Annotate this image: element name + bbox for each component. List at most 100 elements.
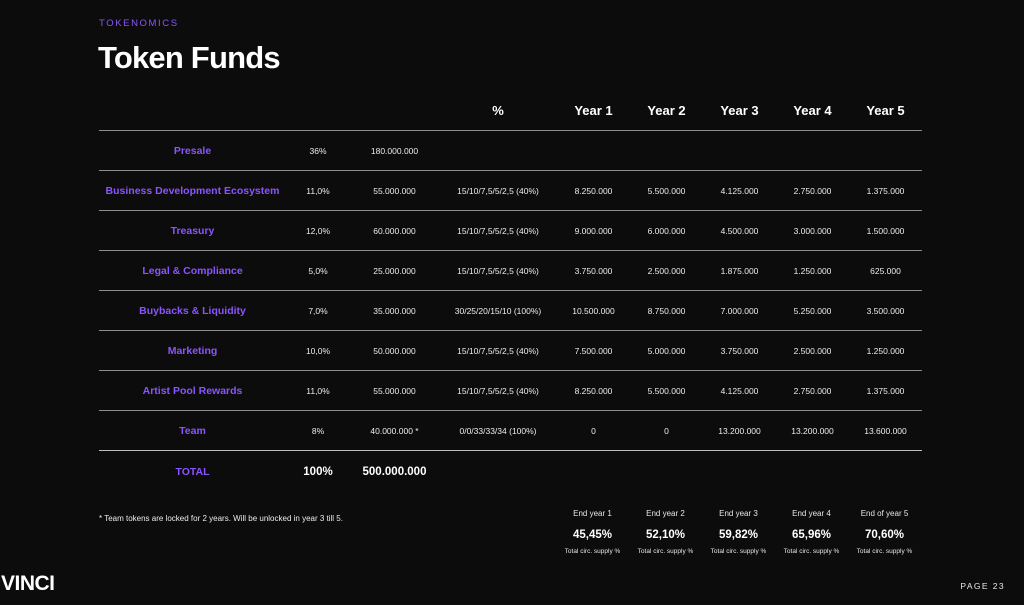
column-header-percent: %: [439, 90, 557, 131]
row-year-5: 625.000: [849, 250, 922, 291]
table-row: Buybacks & Liquidity 7,0% 35.000.000 30/25/…: [99, 290, 922, 331]
row-percent: 11,0%: [286, 170, 350, 211]
row-year-2: 8.750.000: [630, 290, 703, 331]
row-year-4: 1.250.000: [776, 250, 849, 291]
supply-value: 45,45%: [572, 529, 612, 541]
empty-cell: [630, 451, 703, 494]
table-row: Business Development Ecosystem 11,0% 55.00…: [99, 170, 922, 211]
row-schedule: 15/10/7,5/5/2,5 (40%): [439, 170, 557, 211]
row-year-3: 3.750.000: [703, 330, 776, 371]
row-year-4: 2.500.000: [776, 330, 849, 371]
row-schedule: 15/10/7,5/5/2,5 (40%): [439, 250, 557, 291]
row-year-1: 10.500.000: [557, 290, 630, 331]
empty-cell: [557, 451, 630, 494]
row-amount: 50.000.000: [350, 330, 439, 371]
row-amount: 60.000.000: [350, 210, 439, 251]
row-amount: 180.000.000: [350, 130, 439, 171]
supply-block-year-5: End of year 5 70,60% Total circ. supply …: [848, 508, 921, 555]
column-header-year-3: Year 3: [703, 90, 776, 131]
row-label: Artist Pool Rewards: [99, 370, 286, 411]
token-funds-table: % Year 1 Year 2 Year 3 Year 4 Year 5 Pre…: [99, 90, 922, 493]
table-row: Team 8% 40.000.000 * 0/0/33/33/34 (100%) 0 0 1…: [99, 410, 922, 451]
row-label: Marketing: [99, 330, 286, 371]
row-percent: 36%: [286, 130, 350, 171]
row-label: Team: [99, 410, 286, 451]
row-year-2: 5.000.000: [630, 330, 703, 371]
supply-block-year-2: End year 2 52,10% Total circ. supply %: [629, 508, 702, 555]
row-year-5: 1.375.000: [849, 370, 922, 411]
row-year-4: 13.200.000: [776, 410, 849, 451]
column-header-year-2: Year 2: [630, 90, 703, 131]
row-label: Treasury: [99, 210, 286, 251]
supply-caption: Total circ. supply %: [783, 548, 840, 555]
table-row: Presale 36% 180.000.000: [99, 130, 922, 171]
row-year-3: 4.125.000: [703, 370, 776, 411]
supply-caption: Total circ. supply %: [710, 548, 767, 555]
supply-caption: Total circ. supply %: [637, 548, 694, 555]
row-year-4: 5.250.000: [776, 290, 849, 331]
row-year-3: [703, 130, 776, 171]
row-year-5: 13.600.000: [849, 410, 922, 451]
row-year-5: 1.375.000: [849, 170, 922, 211]
row-year-2: 0: [630, 410, 703, 451]
row-year-1: 8.250.000: [557, 370, 630, 411]
row-year-2: 6.000.000: [630, 210, 703, 251]
section-eyebrow: TOKENOMICS: [99, 18, 179, 29]
empty-cell: [439, 451, 557, 494]
supply-label: End year 3: [719, 509, 758, 518]
row-schedule: 0/0/33/33/34 (100%): [439, 410, 557, 451]
table-row: Treasury 12,0% 60.000.000 15/10/7,5/5/2,5 (…: [99, 210, 922, 251]
row-year-4: 2.750.000: [776, 170, 849, 211]
row-year-5: 3.500.000: [849, 290, 922, 331]
supply-value: 52,10%: [645, 529, 685, 541]
row-year-2: 5.500.000: [630, 170, 703, 211]
supply-block-year-3: End year 3 59,82% Total circ. supply %: [702, 508, 775, 555]
row-year-4: 3.000.000: [776, 210, 849, 251]
supply-value: 59,82%: [718, 529, 758, 541]
total-label: TOTAL: [175, 466, 210, 478]
row-amount: 35.000.000: [350, 290, 439, 331]
row-label: Business Development Ecosystem: [99, 170, 286, 211]
row-label: Buybacks & Liquidity: [99, 290, 286, 331]
supply-block-year-4: End year 4 65,96% Total circ. supply %: [775, 508, 848, 555]
row-schedule: [439, 130, 557, 171]
row-year-5: 1.250.000: [849, 330, 922, 371]
supply-label: End year 4: [792, 509, 831, 518]
row-year-4: [776, 130, 849, 171]
row-percent: 11,0%: [286, 370, 350, 411]
total-row: TOTAL 100% 500.000.000: [99, 451, 922, 494]
supply-block-year-1: End year 1 45,45% Total circ. supply %: [556, 508, 629, 555]
row-year-3: 4.500.000: [703, 210, 776, 251]
row-year-2: [630, 130, 703, 171]
supply-label: End of year 5: [860, 509, 909, 518]
empty-cell: [703, 451, 776, 494]
row-schedule: 15/10/7,5/5/2,5 (40%): [439, 210, 557, 251]
row-percent: 7,0%: [286, 290, 350, 331]
footnote: * Team tokens are locked for 2 years. Wi…: [99, 514, 343, 523]
supply-label: End year 1: [573, 509, 612, 518]
table-body: Presale 36% 180.000.000 Business Developmen…: [99, 130, 922, 451]
brand-logo: VINCI: [1, 572, 55, 595]
empty-cell: [776, 451, 849, 494]
row-year-1: 9.000.000: [557, 210, 630, 251]
supply-caption: Total circ. supply %: [856, 548, 913, 555]
row-year-1: 3.750.000: [557, 250, 630, 291]
empty-cell: [849, 451, 922, 494]
row-amount: 55.000.000: [350, 370, 439, 411]
row-schedule: 15/10/7,5/5/2,5 (40%): [439, 330, 557, 371]
row-percent: 5,0%: [286, 250, 350, 291]
supply-caption: Total circ. supply %: [564, 548, 621, 555]
row-year-5: 1.500.000: [849, 210, 922, 251]
total-amount: 500.000.000: [362, 466, 427, 478]
table-row: Legal & Compliance 5,0% 25.000.000 15/10/7,…: [99, 250, 922, 291]
row-year-3: 13.200.000: [703, 410, 776, 451]
column-header: [350, 90, 439, 131]
total-percent: 100%: [303, 466, 333, 478]
page-number: PAGE 23: [960, 581, 1005, 591]
page-title: Token Funds: [98, 40, 281, 75]
column-header: [99, 90, 286, 131]
column-header-year-1: Year 1: [557, 90, 630, 131]
row-year-1: 0: [557, 410, 630, 451]
column-header-year-4: Year 4: [776, 90, 849, 131]
row-schedule: 15/10/7,5/5/2,5 (40%): [439, 370, 557, 411]
